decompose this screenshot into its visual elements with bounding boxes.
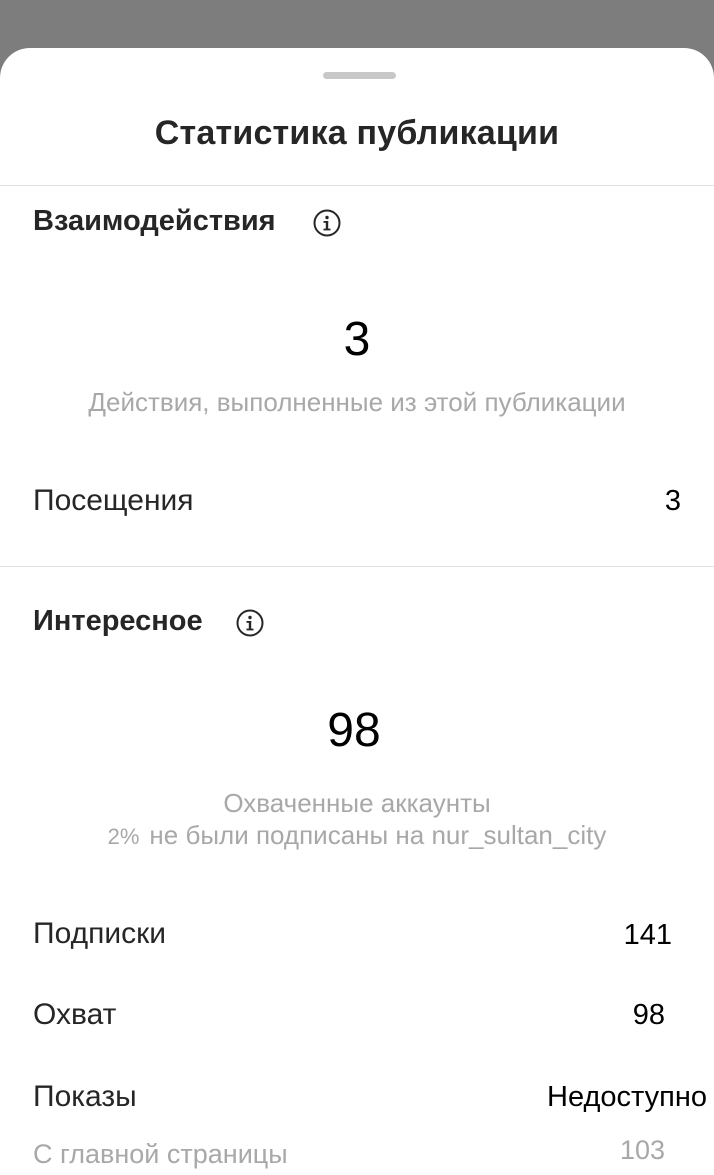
reach-label: Охват	[33, 998, 117, 1031]
section-divider	[0, 566, 714, 567]
interactions-caption: Действия, выполненные из этой публикации	[88, 387, 626, 417]
follows-value: 141	[623, 919, 672, 951]
visits-value: 3	[664, 485, 681, 517]
sheet-drag-handle[interactable]	[323, 72, 396, 79]
discovery-total: 98	[327, 704, 381, 757]
non-followers-caption: 2% не были подписаны на nur_sultan_city	[0, 820, 714, 851]
info-circle-icon[interactable]	[236, 609, 264, 637]
discovery-section-title: Интересное	[33, 605, 203, 637]
header-divider	[0, 185, 714, 186]
from-home-value: 103	[619, 1135, 665, 1165]
impressions-label: Показы	[33, 1080, 137, 1113]
insights-sheet: Статистика публикации Взаимодействия 3 Д…	[0, 48, 714, 1175]
reach-value: 98	[632, 999, 665, 1031]
reached-accounts-caption: Охваченные аккаунты	[223, 788, 491, 818]
visits-label: Посещения	[33, 484, 194, 517]
sheet-title: Статистика публикации	[154, 114, 560, 152]
interactions-total: 3	[343, 313, 371, 366]
impressions-value: Недоступно	[547, 1081, 707, 1113]
from-home-label: С главной страницы	[33, 1139, 288, 1169]
info-circle-icon[interactable]	[313, 209, 341, 237]
interactions-section-title: Взаимодействия	[33, 205, 276, 237]
follows-label: Подписки	[33, 917, 166, 950]
non-followers-percent: 2%	[107, 824, 140, 849]
non-followers-text: не были подписаны на nur_sultan_city	[149, 820, 607, 850]
